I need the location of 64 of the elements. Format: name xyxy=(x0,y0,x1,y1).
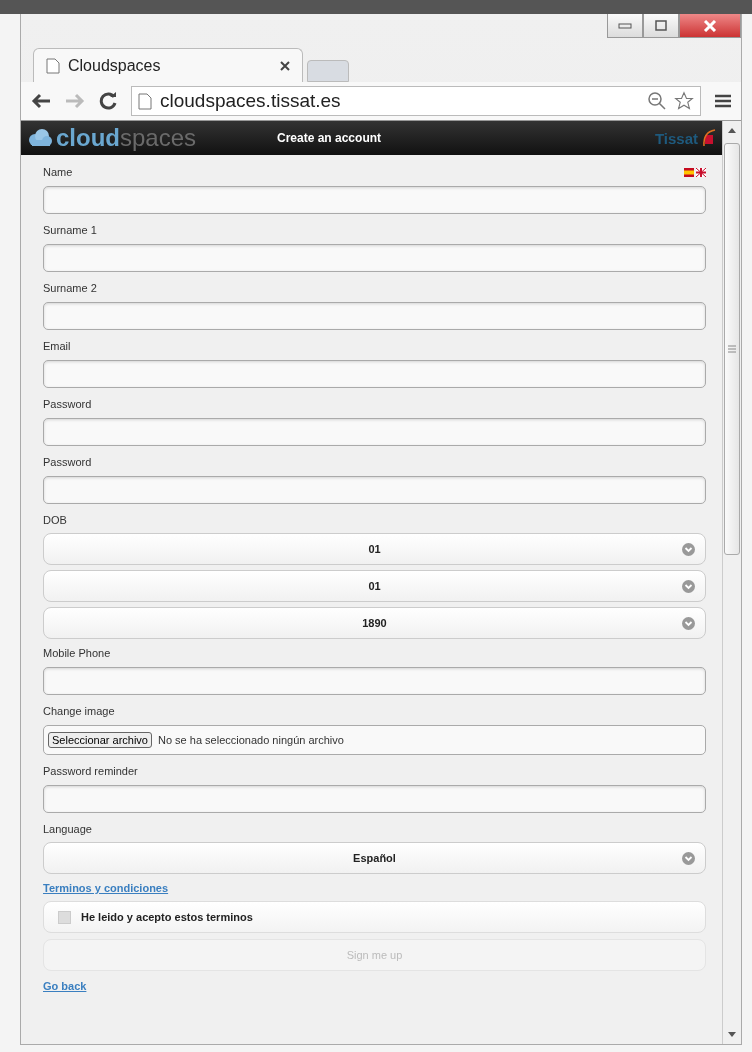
minimize-button[interactable] xyxy=(607,14,643,38)
field-label: Name xyxy=(43,165,73,180)
browser-tab[interactable]: Cloudspaces xyxy=(33,48,303,82)
grip-icon xyxy=(728,345,736,353)
checkbox-label: He leido y acepto estos terminos xyxy=(81,911,253,923)
site-logo: cloudspaces xyxy=(27,124,257,152)
text-input[interactable] xyxy=(43,360,706,388)
page-icon xyxy=(138,92,152,110)
brand-mark-icon xyxy=(702,128,716,148)
reload-icon[interactable] xyxy=(99,92,117,110)
scroll-down-icon[interactable] xyxy=(728,1032,736,1038)
field-label: Password xyxy=(43,397,92,412)
minimize-icon xyxy=(618,22,632,29)
brand-name: Tissat xyxy=(654,129,698,147)
language-flags-icon[interactable] xyxy=(684,167,706,177)
close-icon xyxy=(703,19,717,32)
tab-title: Cloudspaces xyxy=(68,56,162,75)
text-input[interactable] xyxy=(43,186,706,214)
forward-arrow-icon[interactable] xyxy=(65,93,85,109)
new-tab-button[interactable] xyxy=(307,60,349,82)
zoom-icon[interactable] xyxy=(648,92,666,110)
field-label: Mobile Phone xyxy=(43,646,111,661)
chevron-down-icon xyxy=(682,542,695,556)
choose-file-button[interactable]: Seleccionar archivo xyxy=(48,732,152,748)
menu-icon[interactable] xyxy=(715,94,731,108)
close-icon[interactable] xyxy=(280,60,290,71)
select-menu[interactable]: Español xyxy=(43,842,706,874)
back-arrow-icon[interactable] xyxy=(31,93,51,109)
text-input[interactable] xyxy=(43,476,706,504)
text-link[interactable]: Terminos y condiciones xyxy=(43,877,169,899)
field-label: Surname 2 xyxy=(43,281,97,296)
file-status: No se ha seleccionado ningún archivo xyxy=(158,734,344,746)
page-title: Create an account xyxy=(277,131,383,145)
select-menu[interactable]: 1890 xyxy=(43,607,706,639)
text-input[interactable] xyxy=(43,667,706,695)
scroll-up-icon[interactable] xyxy=(728,127,736,133)
field-label: Change image xyxy=(43,704,116,719)
checkbox-row[interactable]: He leido y acepto estos terminos xyxy=(43,901,706,933)
text-input[interactable] xyxy=(43,418,706,446)
select-menu[interactable]: 01 xyxy=(43,570,706,602)
chevron-down-icon xyxy=(682,616,695,630)
text-link[interactable]: Go back xyxy=(43,975,87,997)
field-label: DOB xyxy=(43,513,68,528)
maximize-button[interactable] xyxy=(643,14,679,38)
scrollbar[interactable] xyxy=(722,121,741,1044)
field-label: Language xyxy=(43,822,93,837)
maximize-icon xyxy=(655,20,667,31)
text-input[interactable] xyxy=(43,785,706,813)
field-label: Password xyxy=(43,455,92,470)
checkbox[interactable] xyxy=(58,910,71,924)
field-label: Email xyxy=(43,339,71,354)
text-input[interactable] xyxy=(43,302,706,330)
field-label: Password reminder xyxy=(43,764,138,779)
file-input[interactable]: Seleccionar archivo No se ha seleccionado ningún archivo xyxy=(43,725,706,755)
address-bar[interactable]: cloudspaces.tissat.es xyxy=(131,86,701,116)
chevron-down-icon xyxy=(682,579,695,593)
text-input[interactable] xyxy=(43,244,706,272)
star-icon[interactable] xyxy=(674,91,694,111)
cloud-icon xyxy=(27,129,53,147)
close-button[interactable] xyxy=(679,14,741,38)
field-label: Surname 1 xyxy=(43,223,97,238)
select-menu[interactable]: 01 xyxy=(43,533,706,565)
page-icon xyxy=(46,57,60,74)
chevron-down-icon xyxy=(682,851,695,865)
